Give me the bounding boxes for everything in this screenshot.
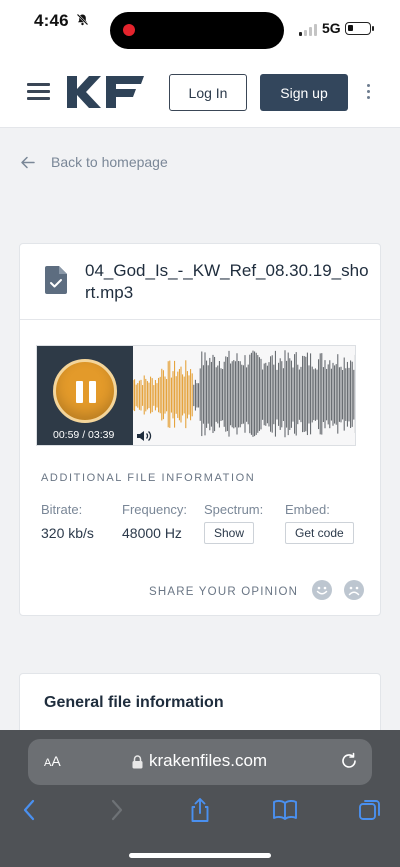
status-bar: 4:46 5G <box>0 0 400 50</box>
arrow-left-icon <box>21 156 35 168</box>
file-check-icon <box>45 266 67 294</box>
dynamic-island <box>110 12 284 49</box>
file-card-header: 04_God_Is_-_KW_Ref_08.30.19_short.mp3 <box>20 244 380 320</box>
lock-icon <box>132 755 143 769</box>
duration: 03:39 <box>88 429 115 441</box>
file-name: 04_God_Is_-_KW_Ref_08.30.19_short.mp3 <box>85 261 369 302</box>
bitrate-value: 320 kb/s <box>41 525 94 541</box>
volume-icon[interactable] <box>136 429 152 443</box>
bitrate-info: Bitrate: 320 kb/s <box>41 502 94 541</box>
network-label: 5G <box>322 20 341 36</box>
dislike-frown-icon[interactable] <box>344 580 364 600</box>
back-arrow-icon[interactable] <box>17 797 43 823</box>
current-time: 00:59 <box>53 429 80 441</box>
spectrum-label: Spectrum: <box>204 502 264 517</box>
waveform-seekbar[interactable] <box>133 346 356 446</box>
player-controls: 00:59 / 03:39 <box>37 346 133 445</box>
reload-icon[interactable] <box>340 752 358 770</box>
more-options-icon[interactable] <box>366 84 372 100</box>
address-bar[interactable]: AAAA krakenfiles.com <box>28 739 372 785</box>
forward-arrow-icon[interactable] <box>103 797 129 823</box>
url-text: krakenfiles.com <box>149 751 268 770</box>
browser-toolbar: AAAA krakenfiles.com <box>0 730 400 867</box>
embed-label: Embed: <box>285 502 330 517</box>
silent-bell-icon <box>76 13 89 29</box>
bitrate-label: Bitrate: <box>41 502 83 517</box>
file-card: 04_God_Is_-_KW_Ref_08.30.19_short.mp3 00… <box>19 243 381 616</box>
status-time: 4:46 <box>34 11 69 30</box>
text-size-button[interactable]: AAAA <box>44 753 61 769</box>
tabs-icon[interactable] <box>357 797 383 823</box>
player-time: 00:59 / 03:39 <box>53 429 115 441</box>
embed-info: Embed: Get code <box>285 502 354 544</box>
menu-icon[interactable] <box>27 83 50 100</box>
login-button[interactable]: Log In <box>169 74 247 111</box>
bookmarks-icon[interactable] <box>272 797 298 823</box>
embed-get-code-button[interactable]: Get code <box>285 522 354 544</box>
pause-button[interactable] <box>53 359 117 423</box>
home-indicator <box>129 853 271 858</box>
site-header: Log In Sign up <box>0 50 400 128</box>
spectrum-info: Spectrum: Show <box>204 502 263 544</box>
frequency-value: 48000 Hz <box>122 525 182 541</box>
krakenfiles-logo[interactable] <box>66 74 152 110</box>
general-info-title: General file information <box>44 694 224 711</box>
share-icon[interactable] <box>187 797 213 823</box>
signup-button[interactable]: Sign up <box>260 74 348 111</box>
audio-player: 00:59 / 03:39 <box>36 345 356 446</box>
recording-indicator-icon <box>123 24 135 36</box>
back-link-label: Back to homepage <box>51 154 168 170</box>
battery-icon <box>345 22 374 35</box>
like-smile-icon[interactable] <box>312 580 332 600</box>
additional-info-title: ADDITIONAL FILE INFORMATION <box>41 472 256 484</box>
frequency-label: Frequency: <box>122 502 188 517</box>
share-opinion-label: SHARE YOUR OPINION <box>149 586 299 598</box>
back-to-homepage-link[interactable]: Back to homepage <box>20 154 168 170</box>
spectrum-show-button[interactable]: Show <box>204 522 255 544</box>
cell-signal-icon <box>299 24 319 36</box>
frequency-info: Frequency: 48000 Hz <box>122 502 187 541</box>
